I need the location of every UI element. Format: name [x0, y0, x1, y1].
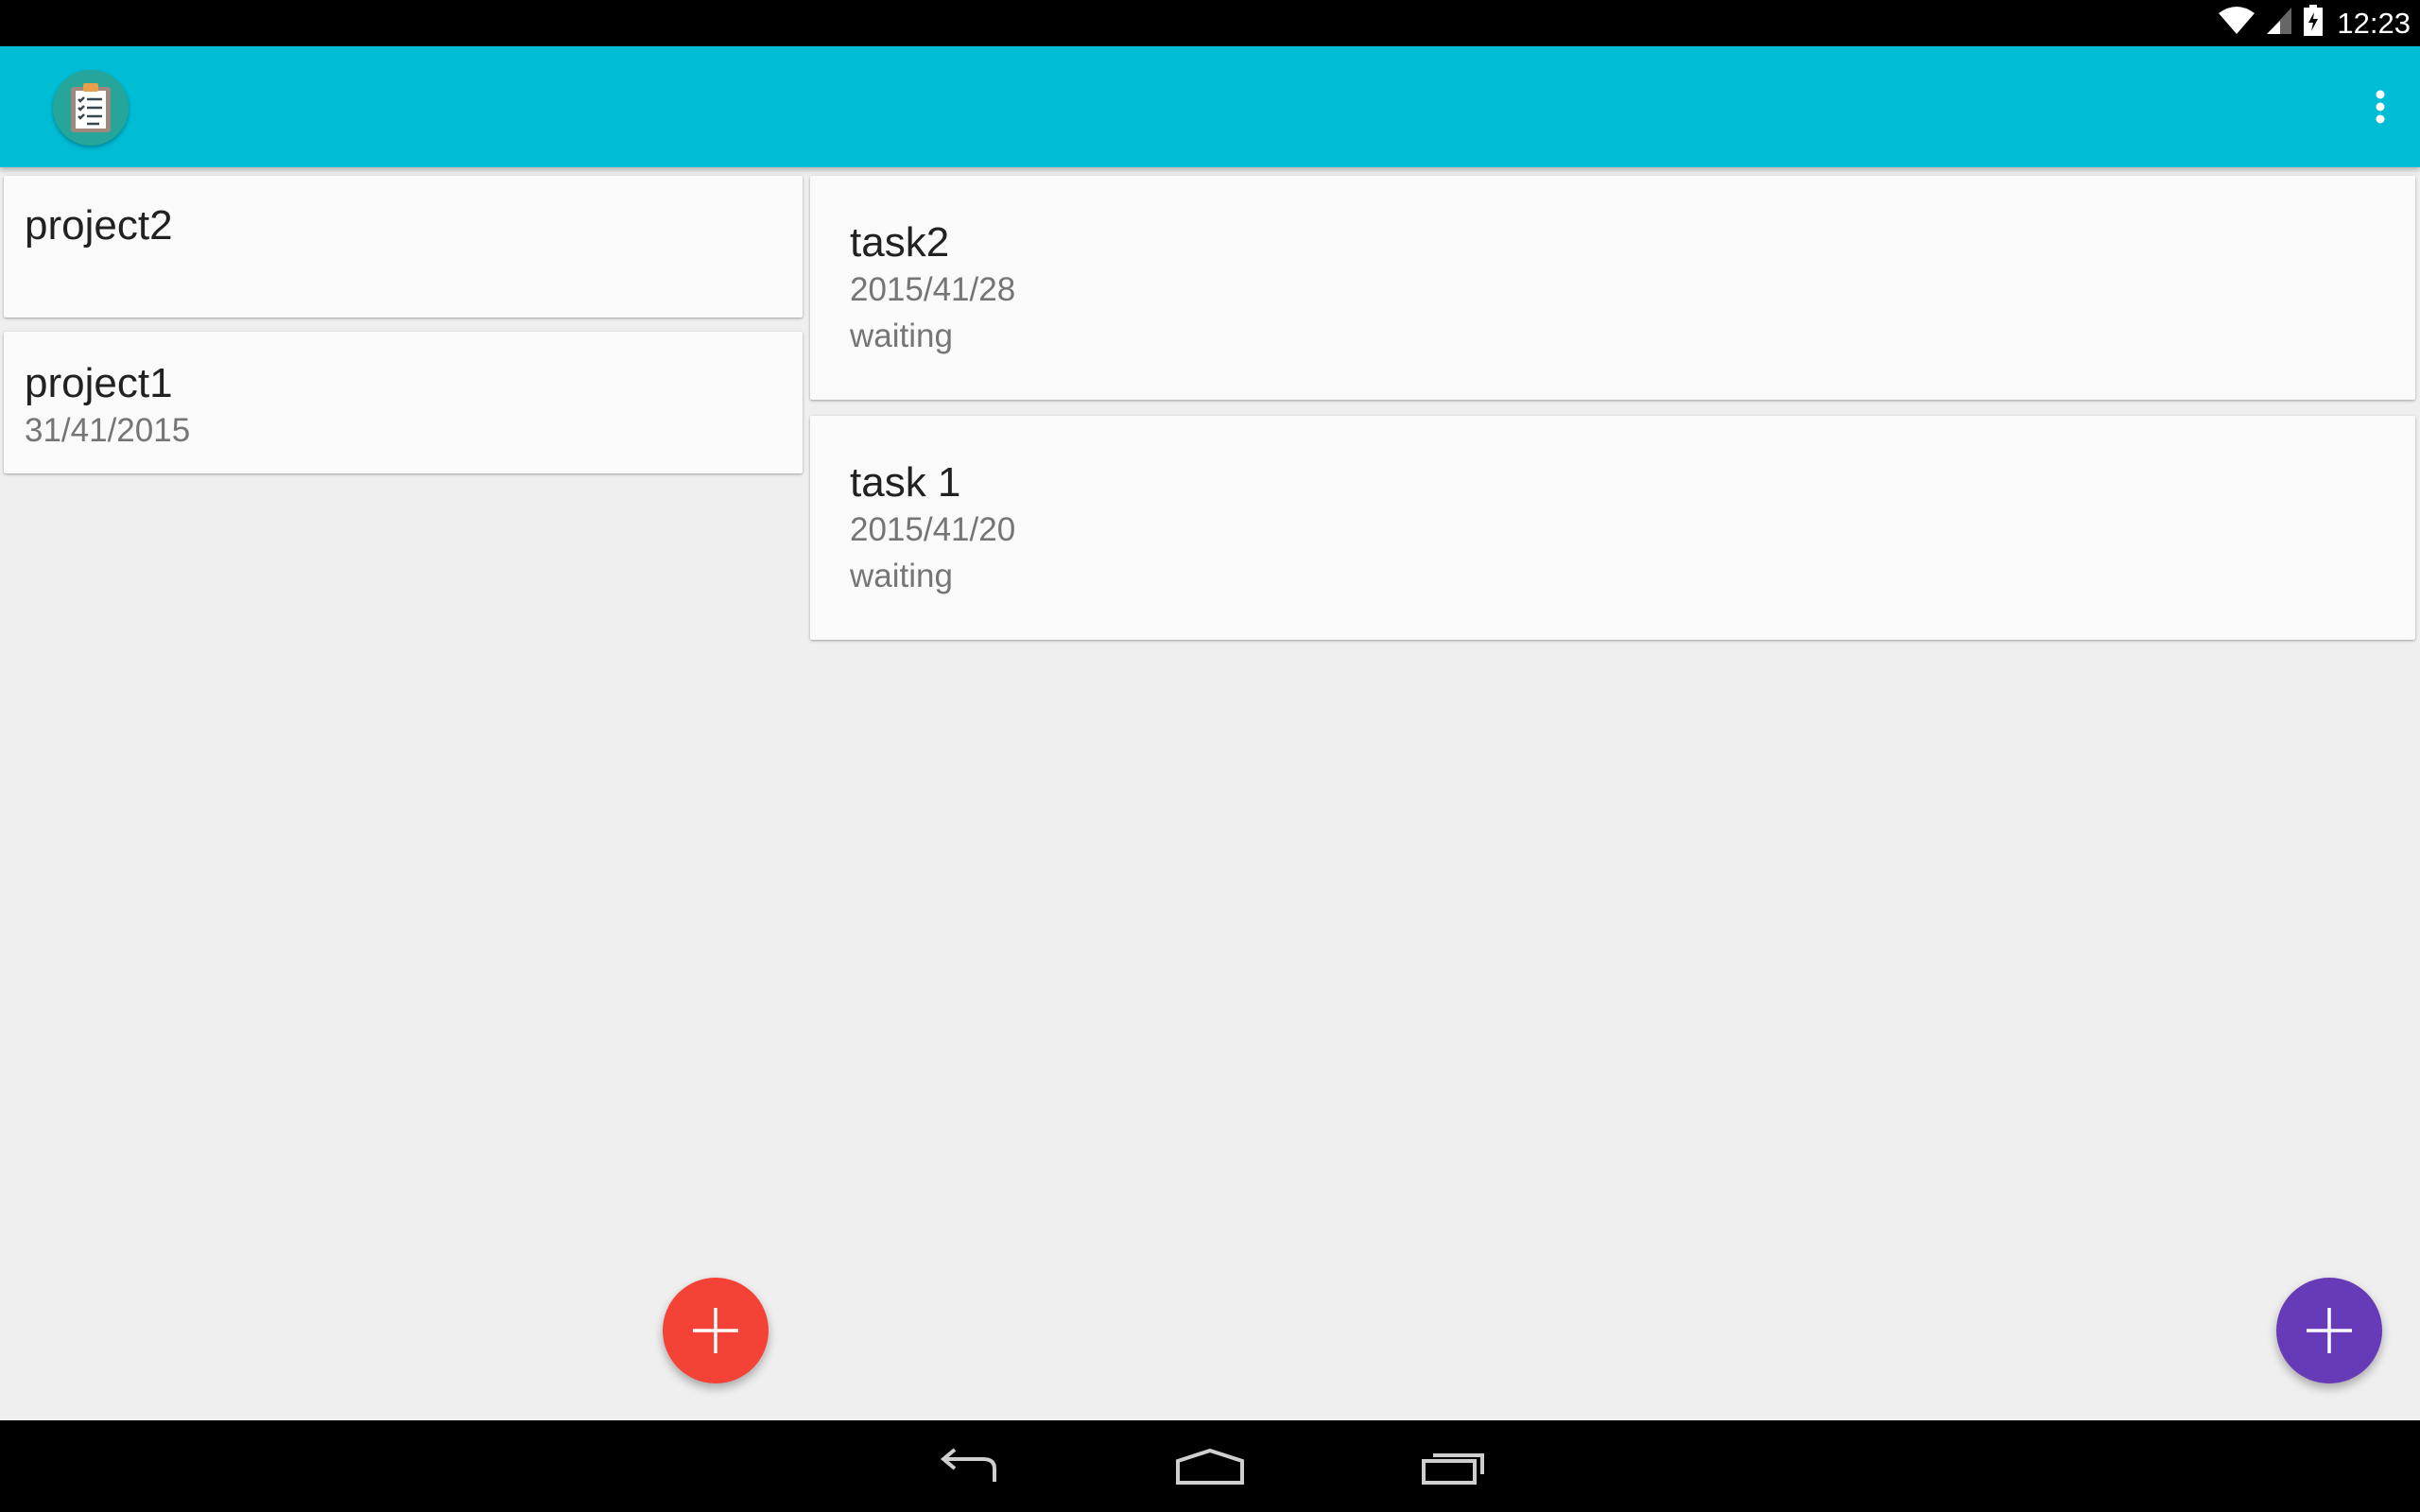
task-card[interactable]: task2 2015/41/28 waiting	[810, 176, 2415, 400]
task-date: 2015/41/28	[850, 271, 1016, 308]
status-time: 12:23	[2337, 6, 2411, 40]
more-vert-icon	[2376, 90, 2385, 124]
home-icon	[1176, 1448, 1244, 1485]
project-card[interactable]: project1 31/41/2015	[4, 332, 803, 473]
battery-charging-icon	[2303, 5, 2324, 42]
add-task-button[interactable]	[2276, 1278, 2382, 1383]
task-name: task2	[850, 219, 950, 266]
clipboard-checklist-icon	[53, 70, 129, 146]
tasks-pane: task2 2015/41/28 waiting task 1 2015/41/…	[805, 167, 2420, 1420]
wifi-icon	[2218, 6, 2256, 41]
add-project-button[interactable]	[663, 1278, 769, 1383]
navigation-bar	[0, 1420, 2420, 1512]
project-name: project2	[25, 202, 173, 249]
task-card[interactable]: task 1 2015/41/20 waiting	[810, 416, 2415, 640]
plus-icon	[2307, 1308, 2352, 1353]
project-name: project1	[25, 360, 173, 406]
back-icon	[940, 1448, 996, 1482]
status-icons: 12:23	[2218, 0, 2411, 46]
app-bar	[0, 46, 2420, 167]
task-name: task 1	[850, 459, 961, 506]
recent-apps-button[interactable]	[1402, 1437, 1506, 1496]
overflow-menu-button[interactable]	[2350, 77, 2411, 137]
plus-icon	[693, 1308, 738, 1353]
back-button[interactable]	[917, 1437, 1021, 1496]
status-bar: 12:23	[0, 0, 2420, 46]
recent-apps-icon	[1422, 1453, 1484, 1485]
home-button[interactable]	[1158, 1437, 1262, 1496]
project-card[interactable]: project2	[4, 176, 803, 318]
task-status: waiting	[850, 318, 953, 354]
content-area: project2 project1 31/41/2015 task2 2015/…	[0, 167, 2420, 1420]
cell-signal-icon	[2265, 6, 2293, 41]
projects-pane: project2 project1 31/41/2015	[0, 167, 805, 1420]
task-date: 2015/41/20	[850, 511, 1016, 548]
task-status: waiting	[850, 558, 953, 594]
project-date: 31/41/2015	[25, 412, 191, 449]
